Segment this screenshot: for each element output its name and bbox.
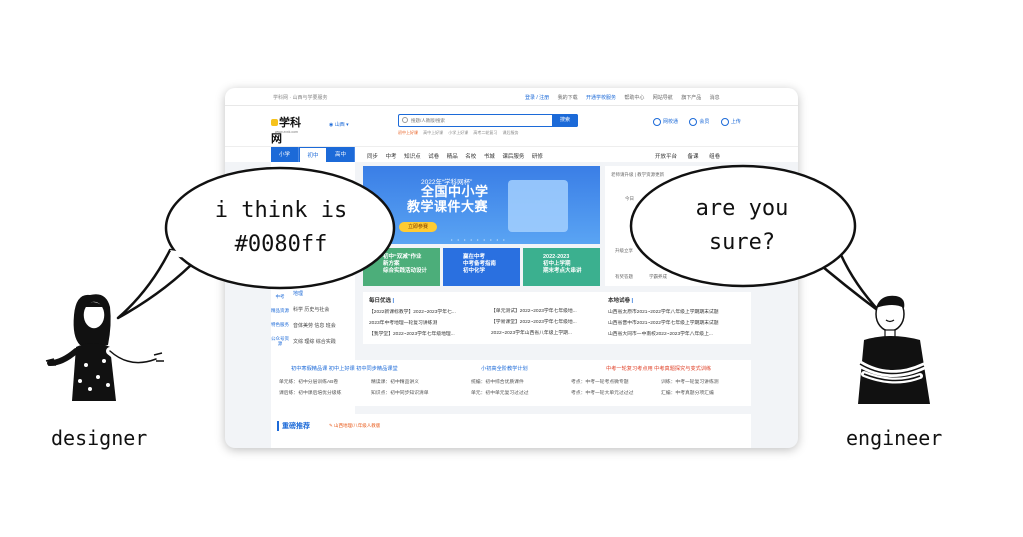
designer-caption: designer: [51, 426, 148, 450]
engineer-caption: engineer: [846, 426, 943, 450]
engineer-illustration: [856, 295, 930, 404]
designer-speech-text: i think is #0080ff: [214, 198, 348, 257]
engineer-speech-text: are you sure?: [695, 196, 789, 255]
designer-illustration: [45, 294, 164, 401]
engineer-speech-bubble: [629, 164, 882, 314]
